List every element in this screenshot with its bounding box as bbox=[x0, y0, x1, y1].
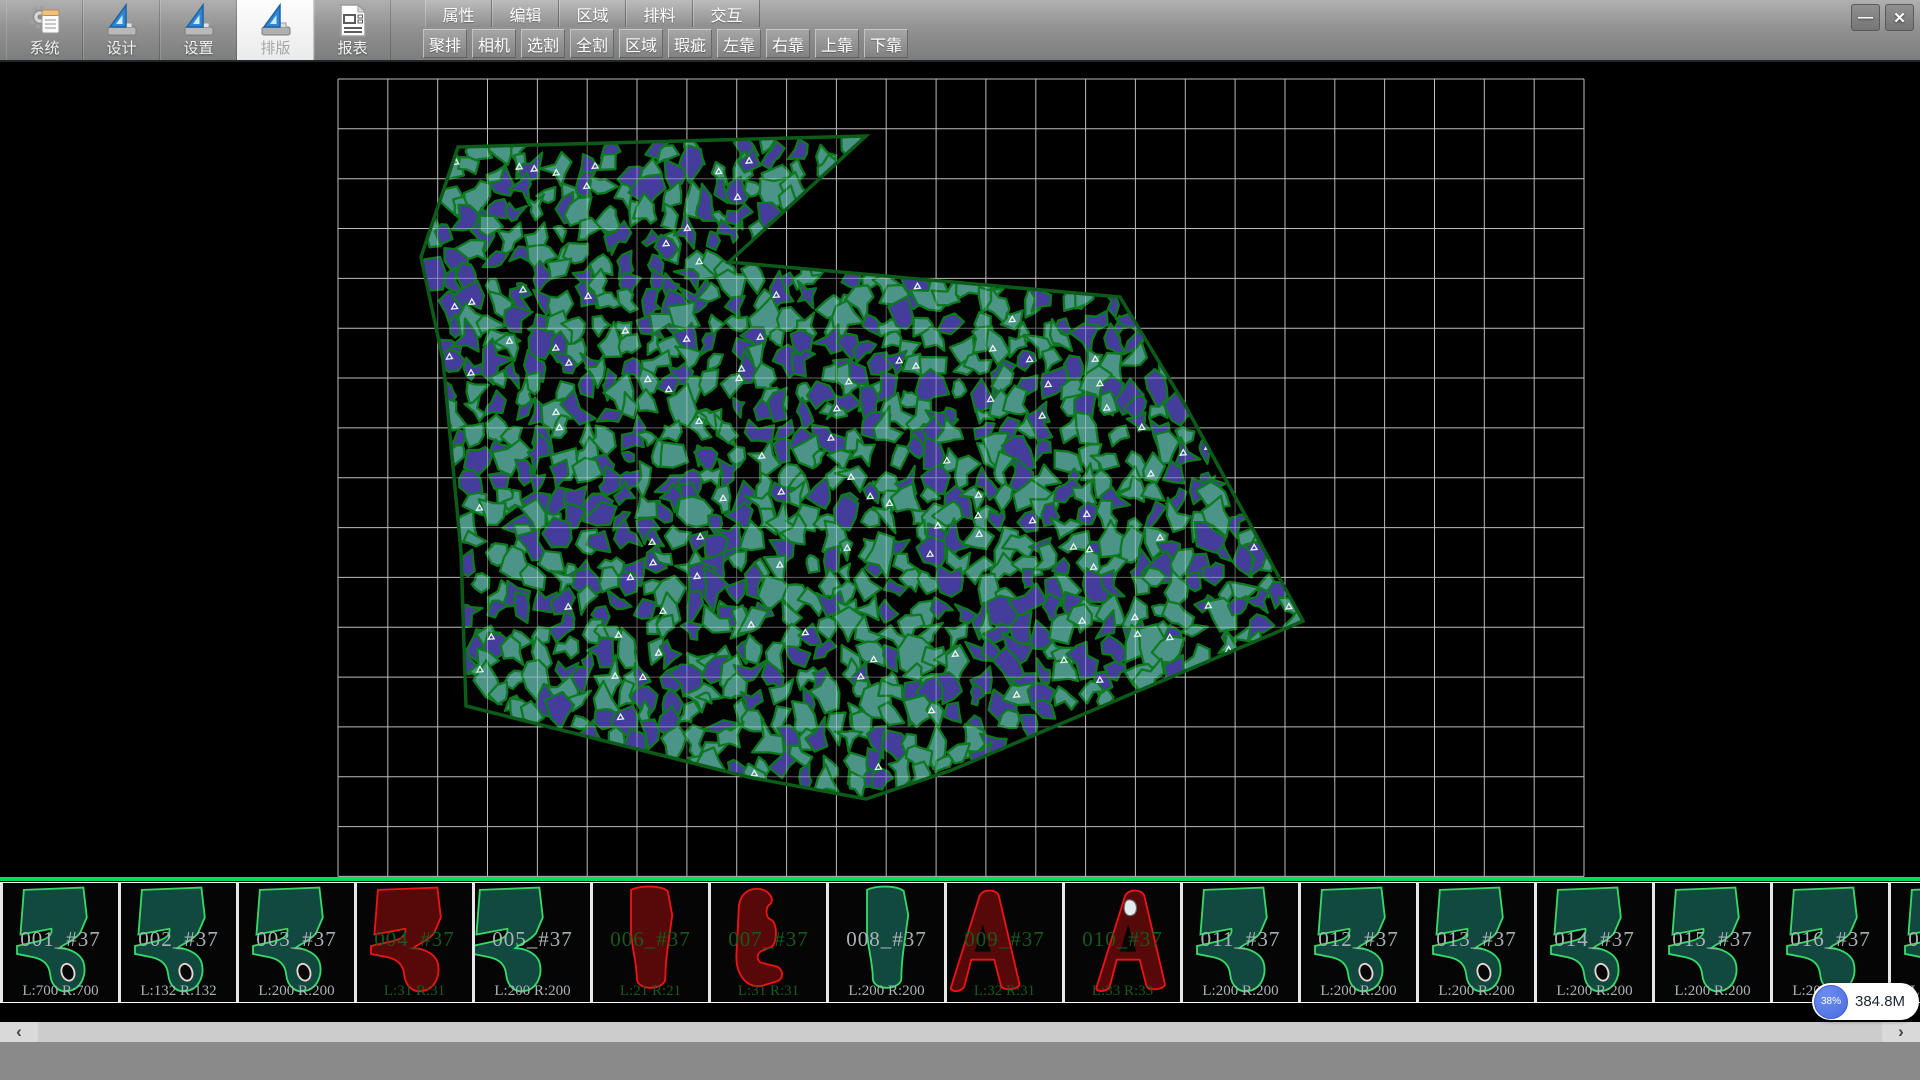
piece-shape-preview bbox=[1655, 883, 1770, 1002]
piece-shape-preview bbox=[829, 883, 944, 1002]
piece-thumbnail-012[interactable]: 012_#37L:200 R:200 bbox=[1301, 883, 1416, 1002]
close-button[interactable]: ✕ bbox=[1885, 4, 1914, 31]
piece-shape-preview bbox=[1301, 883, 1416, 1002]
piece-shape-preview bbox=[1065, 883, 1180, 1002]
btn-align-bottom[interactable]: 下靠 bbox=[864, 29, 908, 58]
ribbon-bar: 系统设计设置排版报表 属性编辑区域排料交互 聚排相机选割全割区域瑕疵左靠右靠上靠… bbox=[0, 0, 1920, 62]
piece-shape-preview bbox=[1419, 883, 1534, 1002]
btn-camera[interactable]: 相机 bbox=[472, 29, 516, 58]
btn-align-right[interactable]: 右靠 bbox=[766, 29, 810, 58]
btn-flaw[interactable]: 瑕疵 bbox=[668, 29, 712, 58]
btn-region[interactable]: 区域 bbox=[619, 29, 663, 58]
piece-shape-preview bbox=[121, 883, 236, 1002]
toolbar-item-label: 设置 bbox=[183, 40, 213, 58]
ribbon-buttons: 聚排相机选割全割区域瑕疵左靠右靠上靠下靠 bbox=[423, 29, 908, 58]
system-gear-icon bbox=[26, 2, 64, 40]
strip-separator-line bbox=[0, 877, 1920, 881]
piece-thumbnail-004[interactable]: 004_#37L:31 R:31 bbox=[357, 883, 472, 1002]
status-pill: 38% 384.8M bbox=[1812, 983, 1919, 1020]
piece-thumbnail-015[interactable]: 015_#37L:200 R:200 bbox=[1655, 883, 1770, 1002]
toolbar-item-design[interactable]: 设计 bbox=[83, 0, 160, 60]
piece-thumbnail-006[interactable]: 006_#37L:21 R:21 bbox=[593, 883, 708, 1002]
toolbar-item-system[interactable]: 系统 bbox=[6, 0, 83, 60]
tab-edit[interactable]: 编辑 bbox=[492, 0, 559, 27]
piece-shape-preview bbox=[947, 883, 1062, 1002]
window-controls: — ✕ bbox=[1851, 4, 1914, 31]
toolbar-item-settings[interactable]: 设置 bbox=[160, 0, 237, 60]
settings-setsquare-icon bbox=[180, 2, 218, 40]
toolbar-item-label: 报表 bbox=[337, 40, 367, 58]
toolbar-item-layout[interactable]: 排版 bbox=[237, 0, 314, 60]
piece-shape-preview bbox=[711, 883, 826, 1002]
scroll-right-arrow-icon[interactable]: › bbox=[1882, 1022, 1920, 1042]
piece-shape-preview bbox=[1183, 883, 1298, 1002]
progress-badge: 38% bbox=[1814, 985, 1848, 1019]
toolbar-item-label: 设计 bbox=[106, 40, 136, 58]
application-window: 系统设计设置排版报表 属性编辑区域排料交互 聚排相机选割全割区域瑕疵左靠右靠上靠… bbox=[0, 0, 1920, 1080]
btn-cluster-nest[interactable]: 聚排 bbox=[423, 29, 467, 58]
btn-cut-all[interactable]: 全割 bbox=[570, 29, 614, 58]
tab-region[interactable]: 区域 bbox=[559, 0, 626, 27]
toolbar-item-label: 排版 bbox=[260, 40, 290, 58]
main-toolbar: 系统 设计 设置 排版 报表 bbox=[6, 0, 391, 60]
piece-thumbnail-009[interactable]: 009_#37L:32 R:31 bbox=[947, 883, 1062, 1002]
piece-thumbnail-strip: 001_#37L:700 R:700002_#37L:132 R:132003_… bbox=[0, 882, 1920, 1003]
piece-thumbnail-001[interactable]: 001_#37L:700 R:700 bbox=[3, 883, 118, 1002]
tab-nest[interactable]: 排料 bbox=[626, 0, 693, 27]
memory-usage: 384.8M bbox=[1855, 993, 1905, 1010]
piece-thumbnail-010[interactable]: 010_#37L:33 R:33 bbox=[1065, 883, 1180, 1002]
report-document-icon bbox=[334, 2, 372, 40]
btn-select-cut[interactable]: 选割 bbox=[521, 29, 565, 58]
piece-shape-preview bbox=[239, 883, 354, 1002]
piece-shape-preview bbox=[593, 883, 708, 1002]
btn-align-top[interactable]: 上靠 bbox=[815, 29, 859, 58]
piece-thumbnail-003[interactable]: 003_#37L:200 R:200 bbox=[239, 883, 354, 1002]
piece-thumbnail-014[interactable]: 014_#37L:200 R:200 bbox=[1537, 883, 1652, 1002]
ribbon-tabs: 属性编辑区域排料交互 bbox=[425, 0, 760, 27]
bottom-status-bar bbox=[0, 1042, 1920, 1080]
tab-interact[interactable]: 交互 bbox=[693, 0, 760, 27]
layout-setsquare-icon bbox=[257, 2, 295, 40]
scroll-left-arrow-icon[interactable]: ‹ bbox=[0, 1022, 38, 1042]
piece-shape-preview bbox=[1537, 883, 1652, 1002]
piece-shape-preview bbox=[357, 883, 472, 1002]
piece-shape-preview bbox=[3, 883, 118, 1002]
horizontal-scrollbar[interactable]: ‹ › bbox=[0, 1022, 1920, 1042]
design-setsquare-icon bbox=[103, 2, 141, 40]
btn-align-left[interactable]: 左靠 bbox=[717, 29, 761, 58]
minimize-button[interactable]: — bbox=[1851, 4, 1880, 31]
piece-thumbnail-002[interactable]: 002_#37L:132 R:132 bbox=[121, 883, 236, 1002]
piece-thumbnail-005[interactable]: 005_#37L:200 R:200 bbox=[475, 883, 590, 1002]
piece-thumbnail-013[interactable]: 013_#37L:200 R:200 bbox=[1419, 883, 1534, 1002]
piece-thumbnail-007[interactable]: 007_#37L:31 R:31 bbox=[711, 883, 826, 1002]
piece-shape-preview bbox=[475, 883, 590, 1002]
piece-thumbnail-008[interactable]: 008_#37L:200 R:200 bbox=[829, 883, 944, 1002]
piece-thumbnail-011[interactable]: 011_#37L:200 R:200 bbox=[1183, 883, 1298, 1002]
toolbar-item-report[interactable]: 报表 bbox=[314, 0, 391, 60]
toolbar-item-label: 系统 bbox=[29, 40, 59, 58]
tab-properties[interactable]: 属性 bbox=[425, 0, 492, 27]
